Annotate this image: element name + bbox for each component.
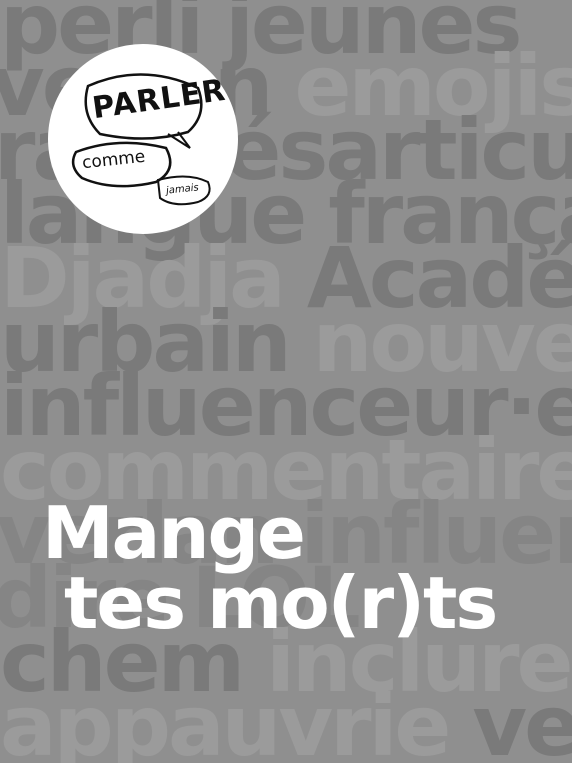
bg-word: verlan <box>472 677 572 763</box>
cover-title: Mange tes mo(r)ts <box>42 497 498 645</box>
parler-comme-jamais-logo: PARLER comme jamais <box>48 44 238 234</box>
bg-line: appauvrieverlan <box>0 684 572 763</box>
bg-word: appauvrie <box>0 677 451 763</box>
title-line-2: tes mo(r)ts <box>64 561 498 645</box>
speech-bubble-icon <box>71 73 211 206</box>
